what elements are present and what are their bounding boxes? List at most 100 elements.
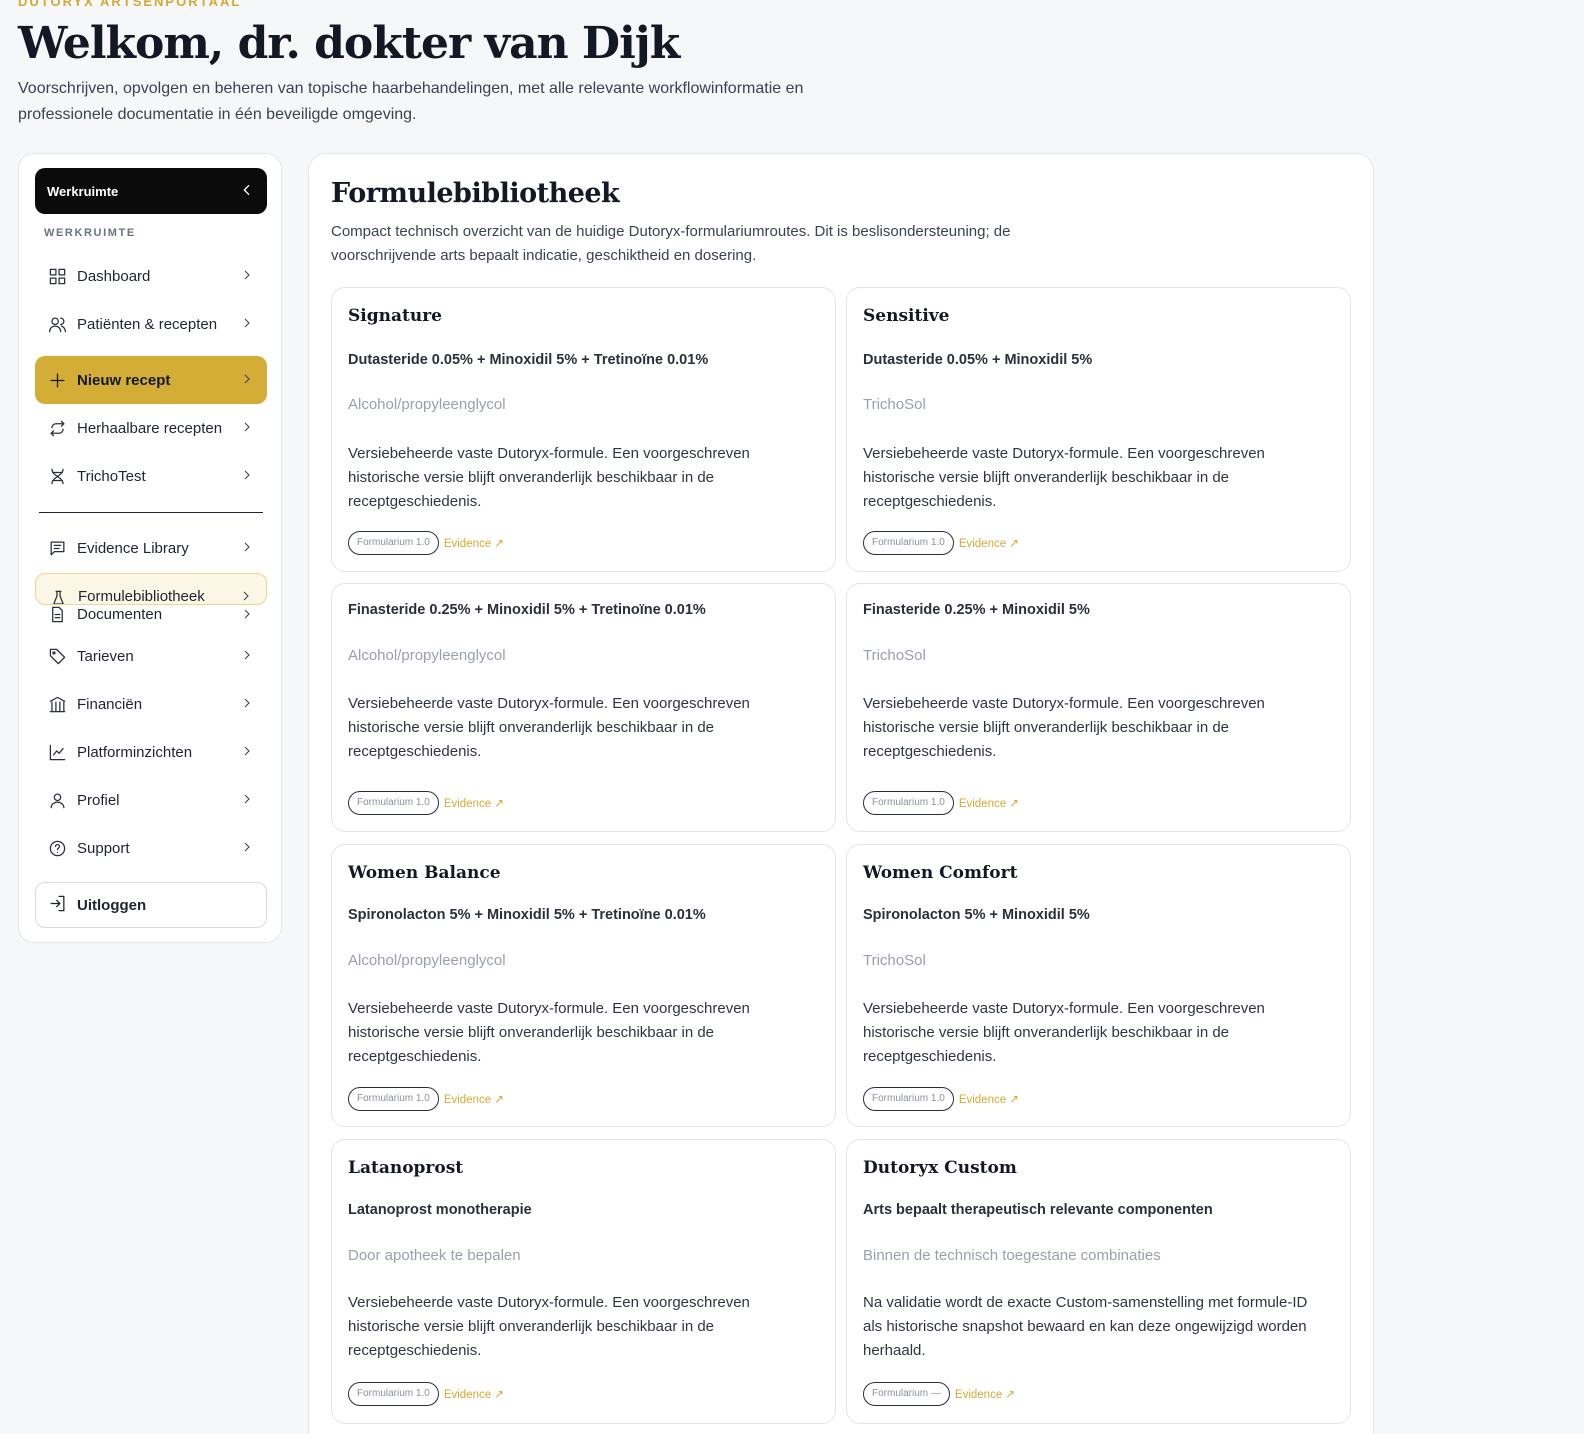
document-icon: [47, 604, 67, 624]
formula-footer: Formularium 1.0 Evidence ↗: [863, 1087, 1019, 1111]
sidebar-item-label: Herhaalbare recepten: [77, 419, 223, 437]
formula-description: Versiebeheerde vaste Dutoryx-formule. Ee…: [863, 695, 1265, 760]
sidebar-item-label: Tarieven: [77, 647, 134, 665]
sidebar-item-finances[interactable]: Financiën: [35, 682, 267, 726]
evidence-link[interactable]: Evidence ↗: [955, 1387, 1015, 1401]
sidebar-item-label: Documenten: [77, 605, 163, 623]
panel-description: Compact technisch overzicht van de huidi…: [331, 223, 1011, 264]
formula-vehicle: TrichoSol: [863, 396, 926, 413]
sidebar-item-formula-library[interactable]: Formulebibliotheek: [35, 573, 267, 605]
formula-footer: Formularium 1.0 Evidence ↗: [348, 791, 504, 815]
sidebar-item-patients[interactable]: Patiënten & recepten: [35, 302, 267, 346]
formula-footer: Formularium 1.0 Evidence ↗: [348, 531, 504, 555]
formula-description: Versiebeheerde vaste Dutoryx-formule. Ee…: [348, 1294, 750, 1359]
formula-library-panel: Formulebibliotheek Compact technisch ove…: [308, 153, 1374, 1434]
formula-footer: Formularium 1.0 Evidence ↗: [348, 1087, 504, 1111]
formula-name: Sensitive: [863, 306, 950, 326]
formula-composition: Latanoprost monotherapie: [348, 1202, 532, 1218]
sidebar-item-repeat-prescriptions[interactable]: Herhaalbare recepten: [35, 406, 267, 450]
chevron-right-icon: [239, 267, 255, 283]
chevron-right-icon: [239, 467, 255, 483]
chevron-right-icon: [239, 606, 255, 622]
line-chart-icon: [47, 742, 67, 762]
user-icon: [47, 790, 67, 810]
tag-icon: [47, 646, 67, 666]
chevron-right-icon: [239, 791, 255, 807]
formula-card[interactable]: Finasteride 0.25% + Minoxidil 5% TrichoSo…: [846, 583, 1351, 832]
formula-vehicle: TrichoSol: [863, 647, 926, 664]
formula-footer: Formularium 1.0 Evidence ↗: [863, 791, 1019, 815]
formula-card[interactable]: Finasteride 0.25% + Minoxidil 5% + Treti…: [331, 583, 836, 832]
sidebar-item-label: Financiën: [77, 695, 143, 713]
formula-card[interactable]: Latanoprost Latanoprost monotherapie Door …: [331, 1139, 836, 1424]
formulary-version-badge: Formularium —: [863, 1382, 950, 1406]
sidebar-item-label: Dashboard: [77, 267, 151, 285]
evidence-link[interactable]: Evidence ↗: [444, 1092, 504, 1106]
formula-vehicle: Binnen de technisch toegestane combinati…: [863, 1247, 1161, 1264]
formula-card[interactable]: Sensitive Dutasteride 0.05% + Minoxidil 5…: [846, 287, 1351, 572]
message-square-icon: [47, 538, 67, 558]
evidence-link[interactable]: Evidence ↗: [444, 796, 504, 810]
chevron-right-icon: [239, 371, 255, 387]
logout-button[interactable]: Uitloggen: [35, 882, 267, 928]
sidebar-item-documents[interactable]: Documenten: [35, 602, 267, 626]
formula-description: Na validatie wordt de exacte Custom-same…: [863, 1294, 1308, 1359]
formula-vehicle: TrichoSol: [863, 952, 926, 969]
chevron-right-icon: [239, 419, 255, 435]
formula-footer: Formularium — Evidence ↗: [863, 1382, 1015, 1406]
sidebar-item-label: Support: [77, 839, 130, 857]
formulary-version-badge: Formularium 1.0: [863, 531, 954, 555]
formula-description: Versiebeheerde vaste Dutoryx-formule. Ee…: [348, 695, 750, 760]
sidebar-item-label: Platforminzichten: [77, 743, 193, 761]
formula-name: Women Comfort: [863, 863, 1018, 883]
sidebar-item-platform-insights[interactable]: Platforminzichten: [35, 730, 267, 774]
sidebar-item-dashboard[interactable]: Dashboard: [35, 254, 267, 298]
formula-card[interactable]: Dutoryx Custom Arts bepaalt therapeutisch…: [846, 1139, 1351, 1424]
chevron-left-icon: [239, 182, 255, 201]
formula-vehicle: Alcohol/propyleenglycol: [348, 396, 506, 413]
formula-card[interactable]: Signature Dutasteride 0.05% + Minoxidil 5…: [331, 287, 836, 572]
formula-description: Versiebeheerde vaste Dutoryx-formule. Ee…: [348, 445, 750, 510]
portal-eyebrow: DUTORYX ARTSENPORTAAL: [18, 0, 242, 9]
help-circle-icon: [47, 838, 67, 858]
formulary-version-badge: Formularium 1.0: [863, 791, 954, 815]
sidebar-item-profile[interactable]: Profiel: [35, 778, 267, 822]
formula-card[interactable]: Women Balance Spironolacton 5% + Minoxidi…: [331, 844, 836, 1127]
chevron-right-icon: [239, 839, 255, 855]
evidence-link[interactable]: Evidence ↗: [444, 536, 504, 550]
evidence-link[interactable]: Evidence ↗: [959, 1092, 1019, 1106]
sidebar-item-label: Nieuw recept: [77, 371, 171, 389]
formula-description: Versiebeheerde vaste Dutoryx-formule. Ee…: [348, 1000, 750, 1065]
formula-name: Dutoryx Custom: [863, 1158, 1017, 1178]
workspace-toggle-button[interactable]: Werkruimte: [35, 168, 267, 214]
chevron-right-icon: [239, 695, 255, 711]
formulary-version-badge: Formularium 1.0: [348, 1382, 439, 1406]
formula-composition: Dutasteride 0.05% + Minoxidil 5%: [863, 352, 1093, 368]
sidebar-item-label: TrichoTest: [77, 467, 146, 485]
sidebar-item-trichotest[interactable]: TrichoTest: [35, 454, 267, 498]
chevron-right-icon: [239, 743, 255, 759]
formula-composition: Dutasteride 0.05% + Minoxidil 5% + Treti…: [348, 352, 709, 368]
formula-description: Versiebeheerde vaste Dutoryx-formule. Ee…: [863, 445, 1265, 510]
dna-icon: [47, 466, 67, 486]
sidebar-divider: [39, 512, 263, 513]
evidence-link[interactable]: Evidence ↗: [444, 1387, 504, 1401]
formula-composition: Arts bepaalt therapeutisch relevante com…: [863, 1202, 1213, 1218]
sidebar: Werkruimte WERKRUIMTE Dashboard Patiënte…: [18, 153, 282, 943]
formula-composition: Spironolacton 5% + Minoxidil 5% + Tretin…: [348, 907, 706, 923]
sidebar-item-new-prescription[interactable]: Nieuw recept: [35, 356, 267, 404]
evidence-link[interactable]: Evidence ↗: [959, 796, 1019, 810]
chevron-right-icon: [239, 315, 255, 331]
page-title: Welkom, dr. dokter van Dijk: [18, 18, 680, 69]
sidebar-item-support[interactable]: Support: [35, 826, 267, 870]
panel-title: Formulebibliotheek: [331, 178, 620, 209]
formulary-version-badge: Formularium 1.0: [348, 1087, 439, 1111]
formula-card[interactable]: Women Comfort Spironolacton 5% + Minoxidi…: [846, 844, 1351, 1127]
evidence-link[interactable]: Evidence ↗: [959, 536, 1019, 550]
sidebar-item-rates[interactable]: Tarieven: [35, 634, 267, 678]
sidebar-item-label: Evidence Library: [77, 539, 189, 557]
formulary-version-badge: Formularium 1.0: [348, 531, 439, 555]
formula-description: Versiebeheerde vaste Dutoryx-formule. Ee…: [863, 1000, 1265, 1065]
sidebar-item-evidence-library[interactable]: Evidence Library: [35, 526, 267, 570]
workspace-toggle-label: Werkruimte: [47, 183, 119, 199]
